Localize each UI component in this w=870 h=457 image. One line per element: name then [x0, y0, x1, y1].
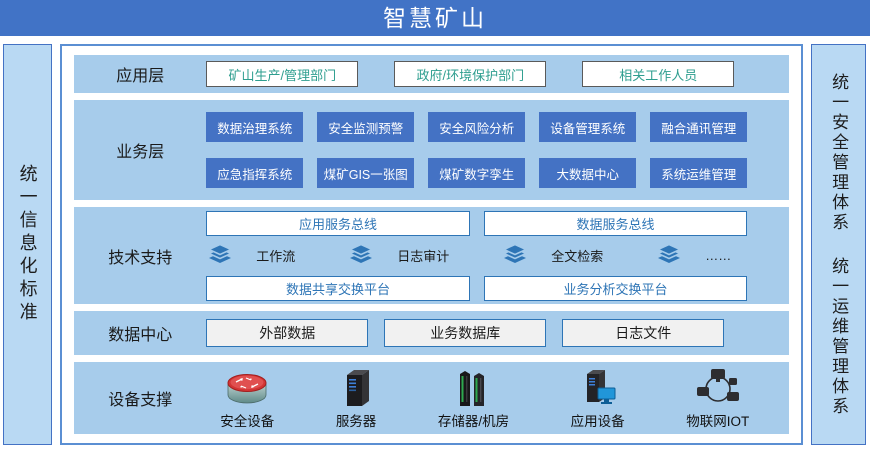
device-item: 存储器/机房 — [438, 366, 509, 430]
iot-network-icon — [695, 366, 741, 408]
device-support-layer-body: 安全设备 服务器 — [206, 362, 789, 434]
business-system-button[interactable]: 煤矿GIS一张图 — [317, 158, 414, 188]
middleware-item: 全文检索 — [503, 244, 603, 268]
device-label: 应用设备 — [571, 410, 625, 430]
security-device-icon — [224, 366, 270, 408]
middleware-label: 工作流 — [256, 246, 295, 265]
page-title: 智慧矿山 — [0, 0, 870, 36]
device-support-layer: 设备支撑 — [74, 362, 789, 434]
data-center-layer: 数据中心 外部数据 业务数据库 日志文件 — [74, 311, 789, 355]
storage-room-icon — [456, 366, 490, 408]
application-layer: 应用层 矿山生产/管理部门 政府/环境保护部门 相关工作人员 — [74, 55, 789, 93]
data-center-layer-body: 外部数据 业务数据库 日志文件 — [206, 311, 789, 355]
business-layer-label: 业务层 — [74, 100, 206, 200]
business-system-button[interactable]: 大数据中心 — [539, 158, 636, 188]
device-label: 服务器 — [336, 410, 377, 430]
architecture-panel: 应用层 矿山生产/管理部门 政府/环境保护部门 相关工作人员 业务层 数据治理系… — [60, 44, 803, 445]
business-system-button[interactable]: 煤矿数字孪生 — [428, 158, 525, 188]
data-source-box[interactable]: 日志文件 — [562, 319, 724, 347]
middleware-item: …… — [657, 244, 731, 268]
right-pillar-label-ops: 统一运维管理体系 — [830, 257, 847, 417]
layers-icon — [349, 244, 373, 268]
layers-icon — [657, 244, 681, 268]
middleware-label: 日志审计 — [397, 246, 449, 265]
service-bus-box[interactable]: 数据服务总线 — [484, 211, 748, 236]
device-label: 安全设备 — [220, 410, 274, 430]
tech-support-layer-label: 技术支持 — [74, 207, 206, 304]
middleware-label: …… — [705, 248, 731, 263]
device-item: 应用设备 — [571, 366, 625, 430]
application-device-icon — [579, 366, 617, 408]
application-layer-label: 应用层 — [74, 55, 206, 93]
business-layer-body: 数据治理系统 安全监测预警 安全风险分析 设备管理系统 融合通讯管理 应急指挥系… — [206, 100, 789, 200]
business-system-button[interactable]: 应急指挥系统 — [206, 158, 303, 188]
device-item: 服务器 — [336, 366, 377, 430]
business-system-button[interactable]: 设备管理系统 — [539, 112, 636, 142]
exchange-platform-box[interactable]: 数据共享交换平台 — [206, 276, 470, 301]
layers-icon — [208, 244, 232, 268]
application-box[interactable]: 相关工作人员 — [582, 61, 734, 87]
tech-support-layer: 技术支持 应用服务总线 数据服务总线 — [74, 207, 789, 304]
middleware-label: 全文检索 — [551, 246, 603, 265]
exchange-platform-box[interactable]: 业务分析交换平台 — [484, 276, 748, 301]
business-system-button[interactable]: 安全风险分析 — [428, 112, 525, 142]
middleware-item: 日志审计 — [349, 244, 449, 268]
left-pillar: 统一信息化标准 — [3, 44, 52, 445]
device-item: 物联网IOT — [686, 366, 749, 430]
device-label: 存储器/机房 — [438, 410, 509, 430]
data-source-box[interactable]: 外部数据 — [206, 319, 368, 347]
application-layer-body: 矿山生产/管理部门 政府/环境保护部门 相关工作人员 — [206, 55, 789, 93]
server-icon — [340, 366, 372, 408]
right-pillar: 统一安全管理体系 统一运维管理体系 — [811, 44, 866, 445]
architecture-diagram: 统一信息化标准 应用层 矿山生产/管理部门 政府/环境保护部门 相关工作人员 业… — [0, 36, 870, 445]
middleware-item: 工作流 — [208, 244, 295, 268]
device-support-layer-label: 设备支撑 — [74, 362, 206, 434]
tech-support-layer-body: 应用服务总线 数据服务总线 工作流 — [206, 207, 789, 304]
middleware-row: 工作流 日志审计 — [206, 241, 747, 271]
right-pillar-label-security: 统一安全管理体系 — [830, 73, 847, 233]
application-box[interactable]: 矿山生产/管理部门 — [206, 61, 358, 87]
business-system-button[interactable]: 安全监测预警 — [317, 112, 414, 142]
business-system-button[interactable]: 融合通讯管理 — [650, 112, 747, 142]
layers-icon — [503, 244, 527, 268]
business-system-button[interactable]: 数据治理系统 — [206, 112, 303, 142]
left-pillar-label: 统一信息化标准 — [19, 164, 37, 325]
device-item: 安全设备 — [220, 366, 274, 430]
exchange-platform-row: 数据共享交换平台 业务分析交换平台 — [206, 276, 747, 301]
service-bus-row: 应用服务总线 数据服务总线 — [206, 211, 747, 236]
business-layer: 业务层 数据治理系统 安全监测预警 安全风险分析 设备管理系统 融合通讯管理 应… — [74, 100, 789, 200]
service-bus-box[interactable]: 应用服务总线 — [206, 211, 470, 236]
data-source-box[interactable]: 业务数据库 — [384, 319, 546, 347]
data-center-layer-label: 数据中心 — [74, 311, 206, 355]
business-system-button[interactable]: 系统运维管理 — [650, 158, 747, 188]
device-label: 物联网IOT — [686, 410, 749, 430]
application-box[interactable]: 政府/环境保护部门 — [394, 61, 546, 87]
